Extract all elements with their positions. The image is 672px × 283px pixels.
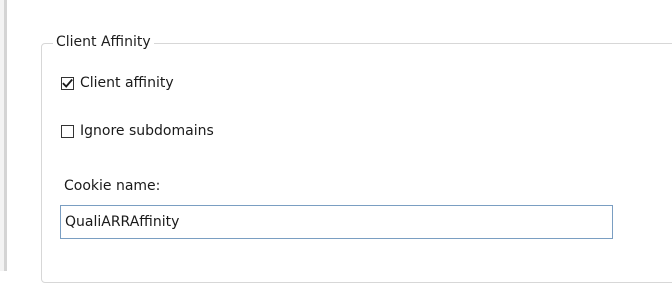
client-affinity-checkbox[interactable] (61, 76, 74, 90)
ignore-subdomains-option[interactable]: Ignore subdomains (61, 121, 214, 141)
groupbox-title: Client Affinity (53, 33, 154, 51)
cookie-name-input[interactable] (60, 205, 613, 239)
panel-divider (4, 0, 7, 271)
ignore-subdomains-label[interactable]: Ignore subdomains (80, 123, 214, 139)
client-affinity-option[interactable]: Client affinity (61, 73, 174, 93)
cookie-name-label: Cookie name: (64, 178, 161, 194)
client-affinity-label[interactable]: Client affinity (80, 75, 174, 91)
ignore-subdomains-checkbox[interactable] (61, 124, 74, 138)
checkmark-icon (62, 78, 73, 88)
